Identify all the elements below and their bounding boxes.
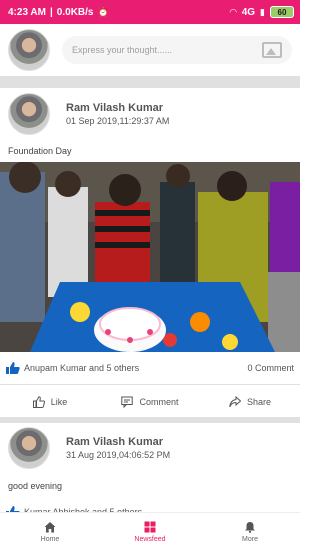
nav-newsfeed-label: Newsfeed xyxy=(134,535,166,543)
author-avatar[interactable] xyxy=(8,93,50,135)
nav-home[interactable]: Home xyxy=(0,513,100,550)
home-icon xyxy=(44,521,56,532)
separator xyxy=(0,384,300,385)
share-button[interactable]: Share xyxy=(200,396,300,408)
likes-text[interactable]: Anupam Kumar and 5 others xyxy=(24,363,139,373)
post-composer: Express your thought...... xyxy=(0,24,300,76)
status-network: 4G xyxy=(241,6,256,18)
status-time: 4:23 AM xyxy=(8,6,46,18)
like-label: Like xyxy=(50,397,68,407)
comments-count[interactable]: 0 Comment xyxy=(247,363,294,373)
thought-input[interactable]: Express your thought...... xyxy=(62,36,292,64)
alarm-icon: ⏰ xyxy=(97,6,109,17)
thumbs-up-icon xyxy=(6,362,20,374)
separator xyxy=(0,417,300,423)
gallery-icon[interactable] xyxy=(262,42,282,58)
post-header: Ram Vilash Kumar 01 Sep 2019,11:29:37 AM xyxy=(0,90,300,138)
battery-icon: 60 xyxy=(270,6,294,18)
share-icon xyxy=(229,396,241,408)
post-header: Ram Vilash Kumar 31 Aug 2019,04:06:52 PM xyxy=(0,424,300,472)
nav-more-label: More xyxy=(242,535,258,543)
user-avatar[interactable] xyxy=(8,29,50,71)
like-button[interactable]: Like xyxy=(0,396,100,408)
bell-icon xyxy=(245,521,255,533)
post-text: good evening xyxy=(8,481,63,491)
comment-button[interactable]: Comment xyxy=(100,396,200,408)
battery-level: 60 xyxy=(277,7,287,17)
newsfeed-icon xyxy=(144,521,156,532)
nav-newsfeed[interactable]: Newsfeed xyxy=(100,513,200,550)
like-icon xyxy=(32,396,45,408)
separator xyxy=(0,76,300,88)
author-name[interactable]: Ram Vilash Kumar xyxy=(66,102,169,114)
comment-icon xyxy=(121,396,134,408)
signal-icon: ▮ xyxy=(260,6,265,17)
author-name[interactable]: Ram Vilash Kumar xyxy=(66,436,170,448)
status-speed: 0.0KB/s xyxy=(56,6,94,18)
post-photo[interactable] xyxy=(0,162,300,352)
post-date: 31 Aug 2019,04:06:52 PM xyxy=(66,450,171,460)
nav-home-label: Home xyxy=(40,535,60,543)
likes-summary[interactable]: Anupam Kumar and 5 others 0 Comment xyxy=(0,356,300,380)
share-label: Share xyxy=(246,397,272,407)
comment-label: Comment xyxy=(139,397,179,407)
post-text: Foundation Day xyxy=(8,146,72,156)
nav-more[interactable]: More xyxy=(200,513,300,550)
thought-placeholder: Express your thought...... xyxy=(72,45,173,55)
author-avatar[interactable] xyxy=(8,427,50,469)
post-date: 01 Sep 2019,11:29:37 AM xyxy=(66,116,170,126)
status-bar: 4:23 AM | 0.0KB/s ⏰ ◠ 4G ▮ 60 xyxy=(0,0,300,24)
post-actions: Like Comment Share xyxy=(0,387,300,417)
celebration-photo xyxy=(0,162,300,352)
wifi-icon: ◠ xyxy=(229,6,237,17)
bottom-nav: Home Newsfeed More xyxy=(0,512,300,550)
